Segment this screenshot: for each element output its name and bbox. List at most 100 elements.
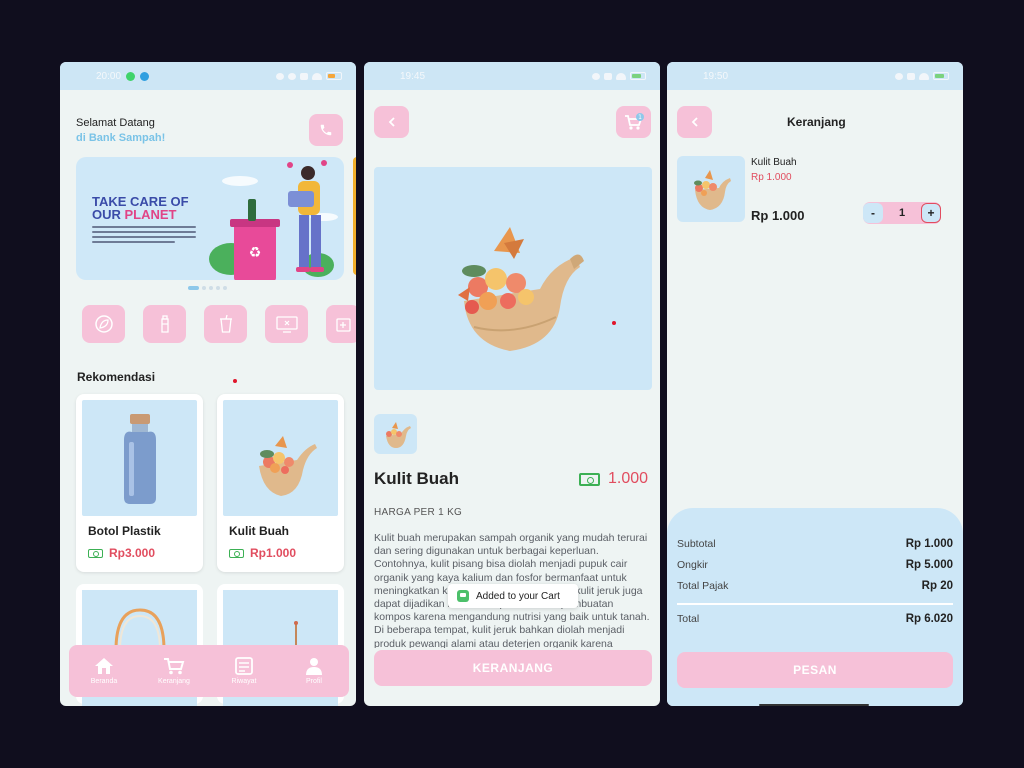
next-banner-peek[interactable] xyxy=(353,157,356,275)
product-main-image xyxy=(374,167,652,390)
product-name: Botol Plastik xyxy=(88,524,161,538)
product-card-kulit-buah[interactable]: Kulit Buah Rp1.000 xyxy=(217,394,344,572)
fruit-basket-image xyxy=(694,170,731,210)
chevron-left-icon xyxy=(388,117,395,127)
chevron-left-icon xyxy=(691,117,698,127)
home-icon xyxy=(95,658,113,674)
stick-image xyxy=(294,621,298,650)
total-row: Total Rp 6.020 xyxy=(677,613,953,625)
order-button[interactable]: PESAN xyxy=(677,652,953,688)
back-button[interactable] xyxy=(677,106,712,138)
back-button[interactable] xyxy=(374,106,409,138)
home-indicator xyxy=(759,704,869,706)
banner-pagination xyxy=(188,286,227,290)
product-name: Kulit Buah xyxy=(374,469,459,488)
tax-label: Total Pajak xyxy=(677,580,729,592)
monitor-icon xyxy=(275,316,298,333)
signal-icon xyxy=(300,72,308,80)
product-image xyxy=(223,400,338,516)
alarm-icon xyxy=(895,72,903,80)
decrease-button[interactable]: - xyxy=(863,203,883,223)
category-plastic-button[interactable] xyxy=(143,305,186,343)
nav-beranda[interactable]: Beranda xyxy=(74,657,134,685)
product-thumbnail[interactable] xyxy=(374,414,417,454)
leaf-icon xyxy=(94,315,113,333)
total-value: Rp 6.020 xyxy=(905,613,953,625)
nav-label: Riwayat xyxy=(231,678,257,685)
fruit-basket-thumbnail xyxy=(386,422,411,448)
battery-icon xyxy=(630,72,646,80)
subtotal-value: Rp 1.000 xyxy=(905,538,953,550)
category-electronic-button[interactable] xyxy=(265,305,308,343)
cart-icon: 1 xyxy=(624,113,644,130)
status-time: 20:00 xyxy=(96,70,122,82)
nav-keranjang[interactable]: Keranjang xyxy=(144,657,204,685)
history-icon xyxy=(235,657,253,675)
signal-icon xyxy=(907,72,915,80)
cart-item-image xyxy=(677,156,745,222)
app-icon xyxy=(457,590,469,602)
product-name: Kulit Buah xyxy=(229,524,289,538)
fruit-basket-image xyxy=(259,436,317,496)
add-to-cart-button[interactable]: KERANJANG xyxy=(374,650,652,686)
tax-row: Total Pajak Rp 20 xyxy=(677,580,953,592)
svg-text:♻: ♻ xyxy=(249,245,262,261)
product-price-value: 1.000 xyxy=(608,470,649,487)
touch-indicator xyxy=(233,379,237,383)
battery-icon xyxy=(326,72,342,80)
product-price: 1.000 xyxy=(579,470,648,488)
promo-banner[interactable]: TAKE CARE OF OUR PLANET ♻ xyxy=(76,157,344,280)
tax-value: Rp 20 xyxy=(921,580,953,592)
wifi-icon xyxy=(919,72,929,80)
status-bar: 19:50 xyxy=(667,62,963,90)
quantity-value: 1 xyxy=(898,207,906,219)
greeting-line-1: Selamat Datang xyxy=(76,117,155,129)
category-organic-button[interactable] xyxy=(82,305,125,343)
person-icon xyxy=(306,658,322,675)
increase-button[interactable]: + xyxy=(921,203,941,223)
nav-riwayat[interactable]: Riwayat xyxy=(214,657,274,685)
price-unit: HARGA PER 1 KG xyxy=(374,507,463,518)
total-label: Total xyxy=(677,613,700,625)
cart-button[interactable]: 1 xyxy=(616,106,651,138)
toast-message: Added to your Cart xyxy=(476,590,560,602)
category-battery-button[interactable] xyxy=(326,305,356,343)
product-price: Rp1.000 xyxy=(229,546,296,560)
battery-icon xyxy=(933,72,949,80)
nav-profil[interactable]: Profil xyxy=(284,657,344,685)
call-button[interactable] xyxy=(309,114,343,146)
cup-icon xyxy=(219,314,232,333)
status-bar: 20:00 xyxy=(60,62,356,90)
nav-label: Profil xyxy=(306,678,322,685)
battery-category-icon xyxy=(336,318,351,332)
product-detail-screen: 19:45 1 Kulit Buah 1.000 HARGA PER 1 KG … xyxy=(364,62,660,706)
money-icon xyxy=(579,472,600,486)
home-screen: 20:00 Selamat Datang di Bank Sampah! TAK… xyxy=(60,62,356,706)
cart-icon xyxy=(164,658,185,675)
page-title: Keranjang xyxy=(787,115,846,129)
telegram-icon xyxy=(140,71,150,81)
product-card-botol-plastik[interactable]: Botol Plastik Rp3.000 xyxy=(76,394,203,572)
subtotal-row: Subtotal Rp 1.000 xyxy=(677,538,953,550)
whatsapp-icon xyxy=(126,71,136,81)
phone-icon xyxy=(320,124,332,136)
category-cup-button[interactable] xyxy=(204,305,247,343)
cart-item-unit-price: Rp 1.000 xyxy=(751,172,792,183)
bottom-navigation: Beranda Keranjang Riwayat Profil xyxy=(69,645,349,697)
cart-badge: 1 xyxy=(638,114,642,121)
shipping-value: Rp 5.000 xyxy=(905,559,953,571)
product-price: Rp3.000 xyxy=(88,546,155,560)
greeting: Selamat Datang di Bank Sampah! xyxy=(76,116,165,146)
alarm-icon xyxy=(592,72,600,80)
recommendation-title: Rekomendasi xyxy=(77,370,156,384)
nav-label: Keranjang xyxy=(158,678,190,685)
wifi-icon xyxy=(312,72,322,80)
wifi-icon xyxy=(616,72,626,80)
cart-item-total: Rp 1.000 xyxy=(751,208,805,223)
status-time: 19:45 xyxy=(400,70,426,82)
bag-handle-image xyxy=(114,608,166,651)
shipping-label: Ongkir xyxy=(677,559,708,571)
order-summary: Subtotal Rp 1.000 Ongkir Rp 5.000 Total Pa… xyxy=(667,508,963,706)
bottle-icon xyxy=(160,315,169,333)
subtotal-label: Subtotal xyxy=(677,538,716,550)
